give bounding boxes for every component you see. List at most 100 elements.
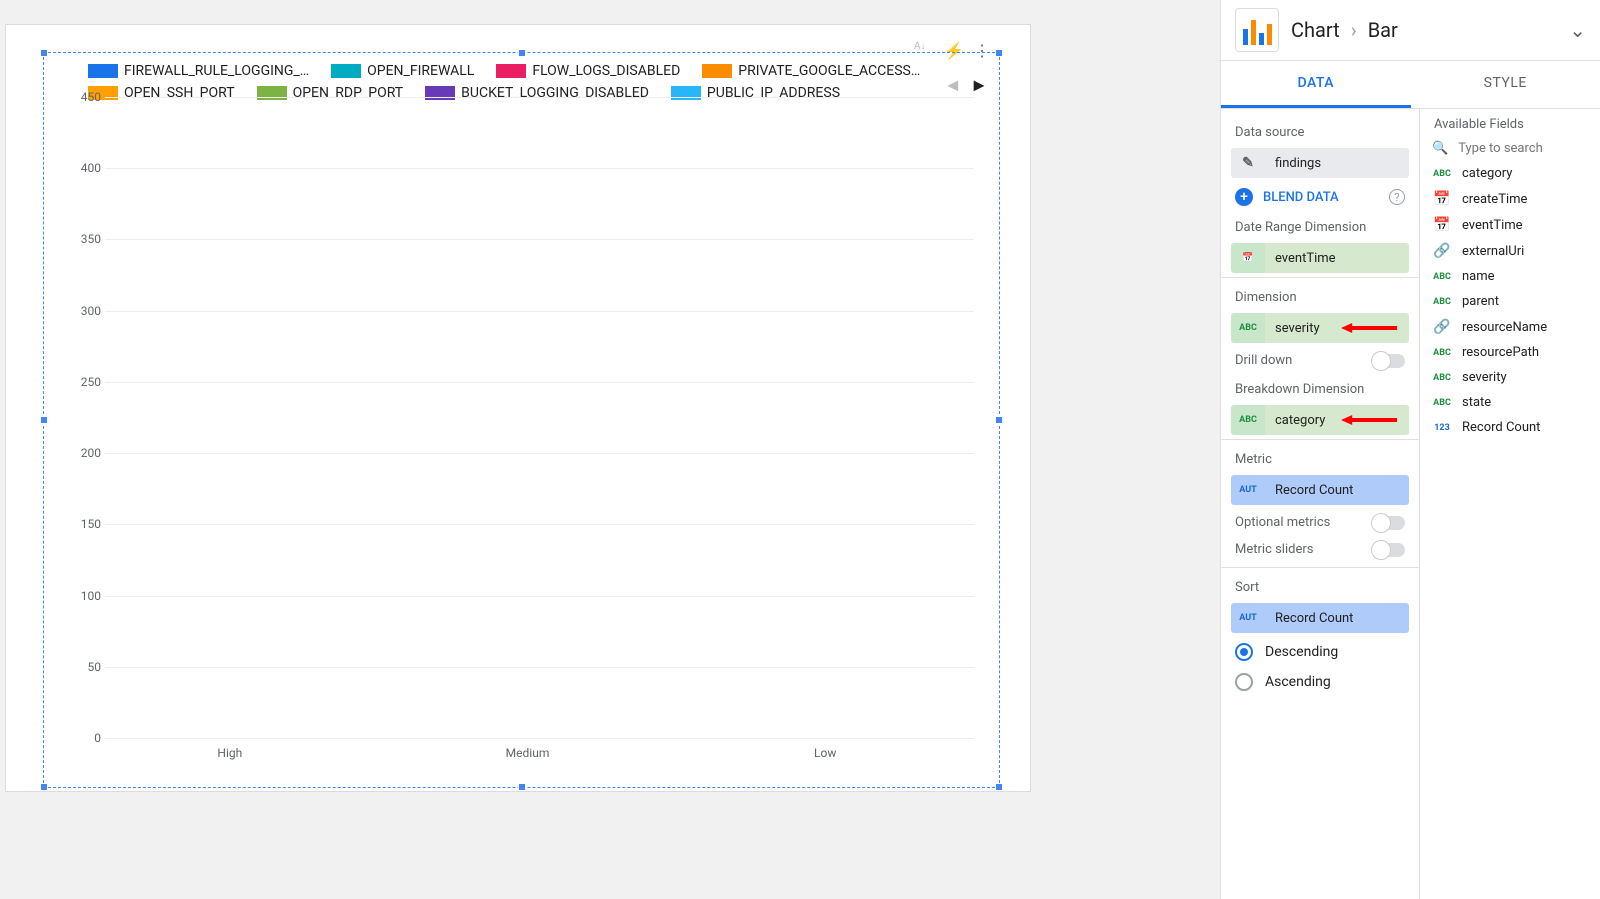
abc-icon: ABC [1231, 405, 1265, 435]
data-source-value: findings [1265, 148, 1409, 178]
field-name: externalUri [1462, 244, 1524, 259]
chart-canvas[interactable]: A↓ ⚡ ⋮ FIREWALL_RULE_LOGGING_… OPEN_FIRE… [5, 24, 1031, 792]
legend-item[interactable]: PRIVATE_GOOGLE_ACCESS… [702, 63, 920, 79]
calendar-icon: 📅 [1231, 243, 1265, 273]
legend-next-icon[interactable]: ► [970, 75, 988, 96]
y-tick-label: 200 [71, 446, 101, 460]
legend-swatch [88, 64, 118, 78]
bar-column [684, 97, 974, 738]
sort-chip[interactable]: AUT Record Count [1231, 603, 1409, 633]
y-tick-label: 450 [71, 90, 101, 104]
legend-prev-icon[interactable]: ◄ [944, 75, 962, 96]
sort-descending-label: Descending [1265, 644, 1338, 660]
field-name: severity [1462, 370, 1507, 385]
legend-label: OPEN_FIREWALL [367, 63, 474, 79]
tab-data[interactable]: DATA [1221, 61, 1411, 108]
available-field[interactable]: ABCparent [1420, 289, 1600, 314]
resize-handle[interactable] [40, 416, 48, 424]
date-range-dim-chip[interactable]: 📅 eventTime [1231, 243, 1409, 273]
breadcrumb-chart[interactable]: Chart [1291, 18, 1340, 42]
search-icon: 🔍 [1432, 141, 1448, 156]
field-name: resourcePath [1462, 345, 1539, 360]
resize-handle[interactable] [518, 49, 526, 57]
available-field[interactable]: ABCresourcePath [1420, 340, 1600, 365]
resize-handle[interactable] [995, 49, 1003, 57]
date-range-dim-label: Date Range Dimension [1221, 212, 1419, 239]
legend-swatch [702, 64, 732, 78]
metric-chip[interactable]: AUT Record Count [1231, 475, 1409, 505]
sort-ascending-radio[interactable]: Ascending [1221, 667, 1419, 697]
field-name: parent [1462, 294, 1499, 309]
drill-down-row: Drill down [1221, 347, 1419, 374]
panel-header: Chart › Bar ⌄ [1221, 0, 1600, 61]
available-field[interactable]: ABCstate [1420, 390, 1600, 415]
resize-handle[interactable] [995, 783, 1003, 791]
available-field[interactable]: 🔗resourceName [1420, 314, 1600, 340]
pencil-icon: ✎ [1231, 148, 1265, 178]
available-field[interactable]: 📅eventTime [1420, 212, 1600, 238]
legend-swatch [331, 64, 361, 78]
radio-icon [1235, 643, 1253, 661]
radio-icon [1235, 673, 1253, 691]
y-tick-label: 400 [71, 161, 101, 175]
field-search[interactable]: 🔍 [1420, 136, 1600, 161]
resize-handle[interactable] [518, 783, 526, 791]
blend-data-button[interactable]: + BLEND DATA ? [1221, 182, 1419, 212]
y-tick-label: 150 [71, 517, 101, 531]
legend-swatch [496, 64, 526, 78]
x-tick-label: High [81, 746, 379, 760]
metric-value: Record Count [1265, 475, 1409, 505]
breakdown-dim-label: Breakdown Dimension [1221, 374, 1419, 401]
legend-item[interactable]: OPEN_FIREWALL [331, 63, 474, 79]
metric-sliders-toggle[interactable] [1373, 543, 1405, 557]
config-panel: Chart › Bar ⌄ DATA STYLE Data source ✎ f… [1220, 0, 1600, 899]
resize-handle[interactable] [40, 49, 48, 57]
blend-data-label: BLEND DATA [1263, 190, 1339, 205]
tab-style[interactable]: STYLE [1411, 61, 1600, 108]
field-name: state [1462, 395, 1491, 410]
panel-tabs: DATA STYLE [1221, 61, 1600, 109]
field-name: name [1462, 269, 1495, 284]
drill-down-toggle[interactable] [1373, 354, 1405, 368]
drill-down-label: Drill down [1235, 353, 1292, 368]
x-tick-label: Medium [379, 746, 677, 760]
y-tick-label: 0 [71, 731, 101, 745]
field-search-input[interactable] [1456, 140, 1588, 157]
dimension-label: Dimension [1221, 282, 1419, 309]
y-tick-label: 50 [71, 660, 101, 674]
dimension-chip[interactable]: ABC severity [1231, 313, 1409, 343]
optional-metrics-label: Optional metrics [1235, 515, 1330, 530]
chevron-right-icon: › [1351, 18, 1357, 42]
metric-sliders-label: Metric sliders [1235, 542, 1313, 557]
chart-type-icon[interactable] [1235, 8, 1279, 52]
plus-icon: + [1235, 188, 1253, 206]
available-fields-label: Available Fields [1420, 117, 1600, 136]
help-icon[interactable]: ? [1389, 189, 1405, 205]
field-name: createTime [1462, 192, 1527, 207]
breadcrumb-bar[interactable]: Bar [1368, 18, 1398, 42]
legend-label: FIREWALL_RULE_LOGGING_… [124, 63, 309, 79]
legend-item[interactable]: FLOW_LOGS_DISABLED [496, 63, 680, 79]
chevron-down-icon[interactable]: ⌄ [1569, 18, 1586, 42]
available-field[interactable]: ABCname [1420, 264, 1600, 289]
optional-metrics-toggle[interactable] [1373, 516, 1405, 530]
legend-item[interactable]: FIREWALL_RULE_LOGGING_… [88, 63, 309, 79]
resize-handle[interactable] [995, 416, 1003, 424]
legend-label: FLOW_LOGS_DISABLED [532, 63, 680, 79]
aut-icon: AUT [1231, 603, 1265, 633]
resize-handle[interactable] [40, 783, 48, 791]
field-name: resourceName [1462, 320, 1547, 335]
field-name: eventTime [1462, 218, 1523, 233]
available-field[interactable]: 📅createTime [1420, 186, 1600, 212]
data-source-chip[interactable]: ✎ findings [1231, 148, 1409, 178]
available-field[interactable]: ABCseverity [1420, 365, 1600, 390]
y-tick-label: 250 [71, 375, 101, 389]
available-field[interactable]: 🔗externalUri [1420, 238, 1600, 264]
field-name: category [1462, 166, 1512, 181]
bar-column [105, 97, 395, 738]
available-field[interactable]: ABCcategory [1420, 161, 1600, 186]
sort-value: Record Count [1265, 603, 1409, 633]
breakdown-dim-chip[interactable]: ABC category [1231, 405, 1409, 435]
available-field[interactable]: 123Record Count [1420, 415, 1600, 440]
sort-descending-radio[interactable]: Descending [1221, 637, 1419, 667]
